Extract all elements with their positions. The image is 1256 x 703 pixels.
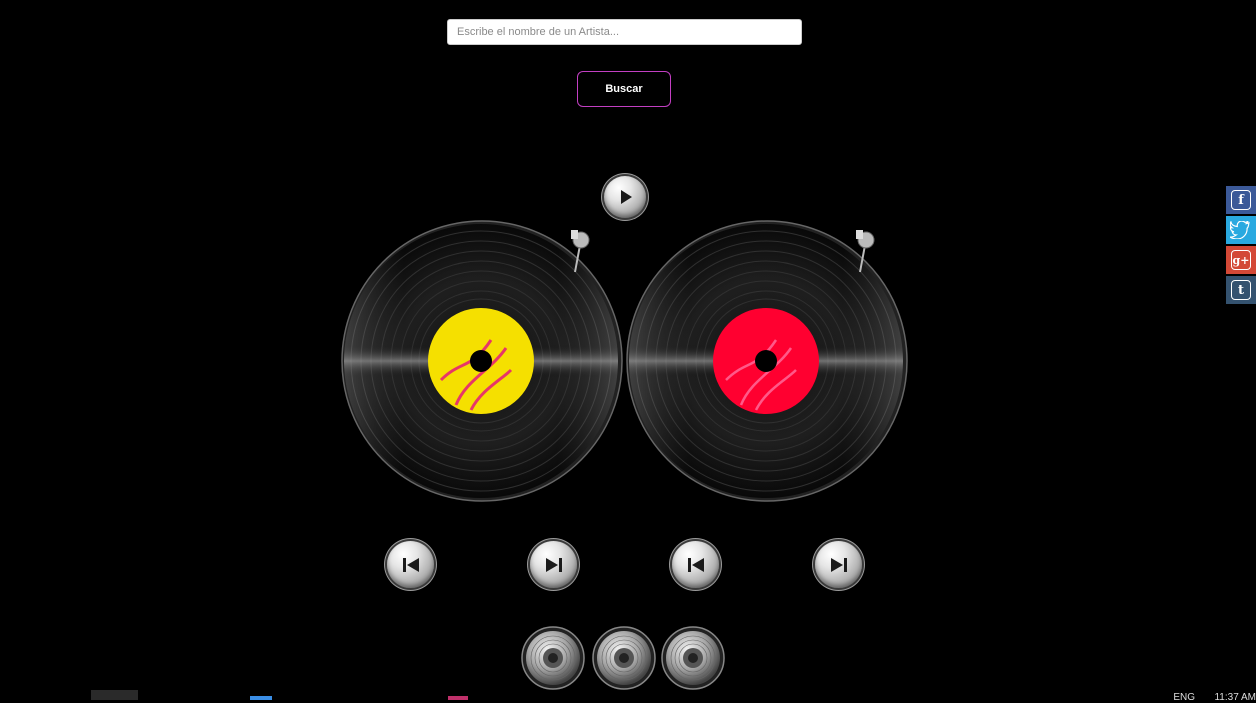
taskbar-app-icon[interactable] <box>250 696 272 700</box>
knob-icon <box>521 626 585 690</box>
google-plus-icon: g+ <box>1231 250 1251 270</box>
start-button[interactable] <box>91 690 138 700</box>
play-icon <box>621 190 632 204</box>
effect-knob-3[interactable] <box>661 626 725 690</box>
social-share-bar: f g+ t <box>1226 186 1256 306</box>
next-track-button-left[interactable] <box>530 541 577 588</box>
tumblr-share-button[interactable]: t <box>1226 276 1256 304</box>
artist-search-input[interactable] <box>447 19 802 45</box>
next-track-icon <box>830 557 847 572</box>
taskbar-app-icon[interactable] <box>448 696 468 700</box>
knob-icon <box>661 626 725 690</box>
buscar-button[interactable]: Buscar <box>577 71 671 107</box>
previous-track-icon <box>687 557 704 572</box>
facebook-icon: f <box>1231 190 1251 210</box>
vinyl-record-right <box>626 220 908 502</box>
twitter-icon <box>1230 221 1250 239</box>
system-clock: ENG 11:37 AM <box>1173 692 1256 703</box>
turntable-left[interactable] <box>341 220 623 502</box>
next-track-icon <box>545 557 562 572</box>
language-indicator: ENG <box>1173 692 1196 703</box>
clock-time: 11:37 AM <box>1214 692 1256 703</box>
effect-knob-1[interactable] <box>521 626 585 690</box>
taskbar <box>0 690 1256 700</box>
play-button[interactable] <box>604 176 646 218</box>
tumblr-icon: t <box>1231 280 1251 300</box>
effect-knob-2[interactable] <box>592 626 656 690</box>
previous-track-icon <box>402 557 419 572</box>
google-plus-share-button[interactable]: g+ <box>1226 246 1256 274</box>
facebook-share-button[interactable]: f <box>1226 186 1256 214</box>
knob-icon <box>592 626 656 690</box>
vinyl-record-left <box>341 220 623 502</box>
twitter-share-button[interactable] <box>1226 216 1256 244</box>
previous-track-button-left[interactable] <box>387 541 434 588</box>
previous-track-button-right[interactable] <box>672 541 719 588</box>
next-track-button-right[interactable] <box>815 541 862 588</box>
turntable-right[interactable] <box>626 220 908 502</box>
